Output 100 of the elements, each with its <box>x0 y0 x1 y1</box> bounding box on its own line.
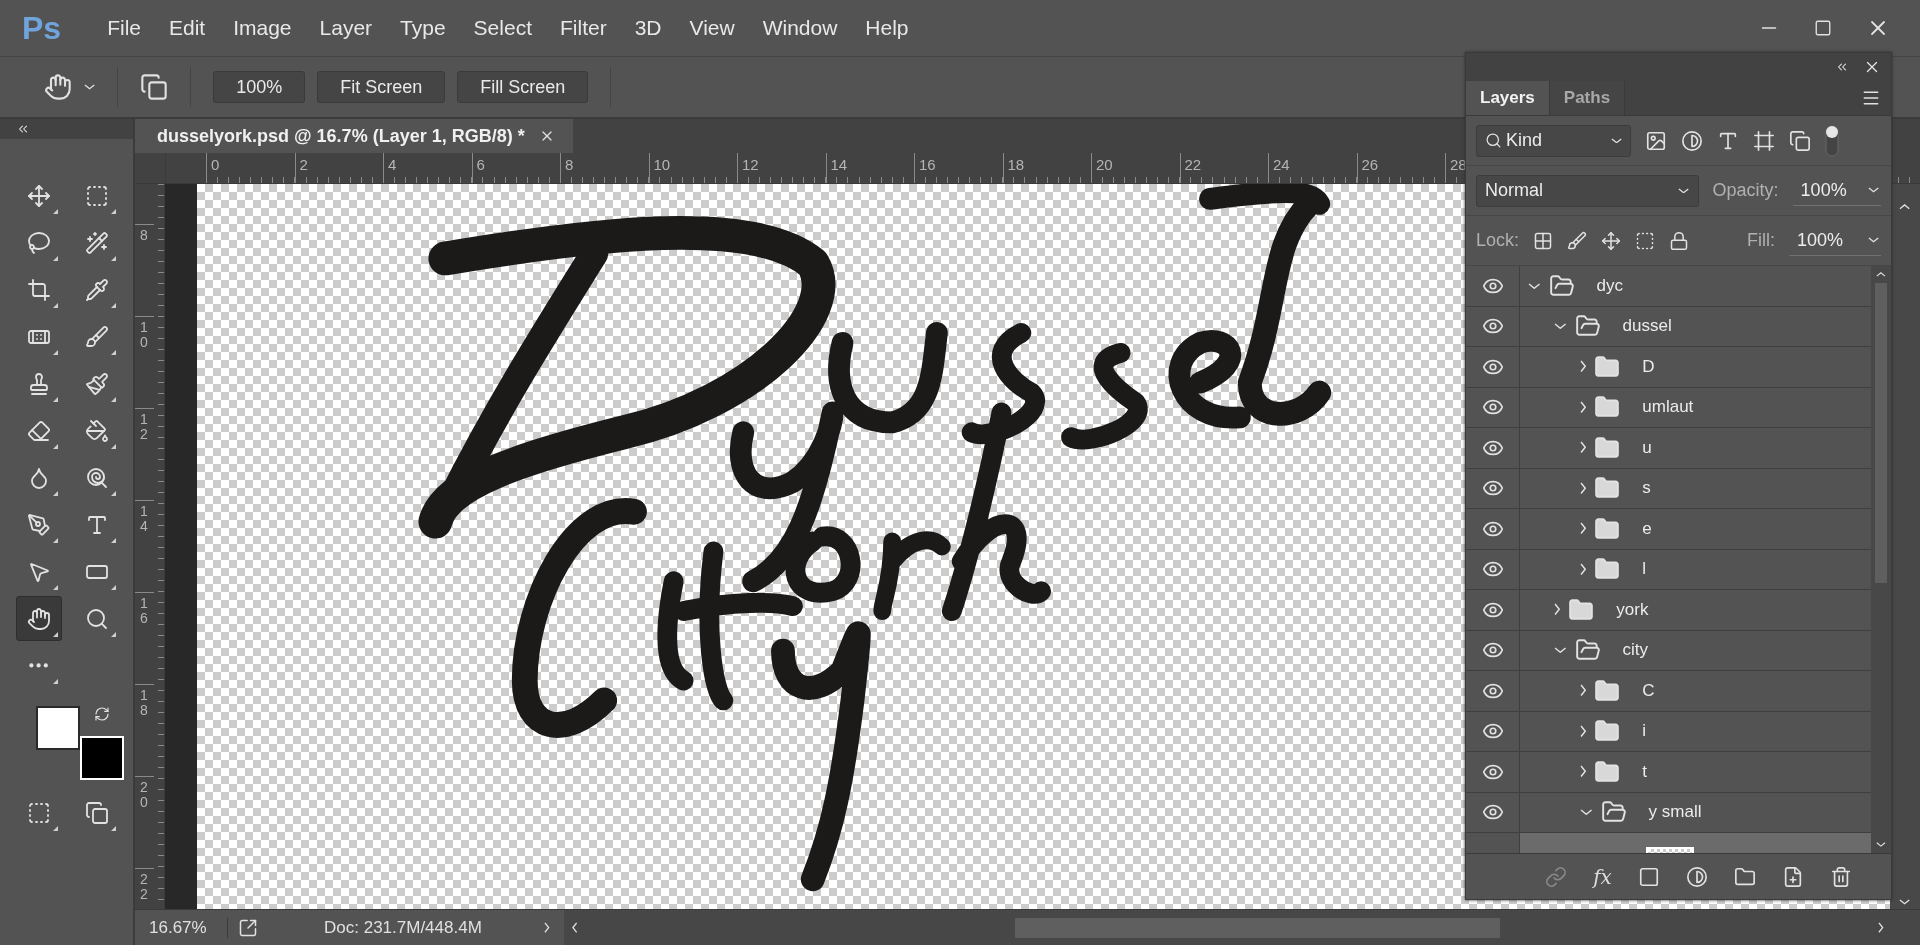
screen-mode-icon <box>85 800 109 825</box>
app-logo: Ps <box>22 9 62 47</box>
adjustment-filter-icon[interactable] <box>1681 129 1703 152</box>
opacity-field[interactable]: 100% <box>1792 175 1881 206</box>
document-info: Doc: 231.7M/448.4M <box>324 917 483 938</box>
visibility-toggle[interactable] <box>1466 306 1520 346</box>
scroll-down-icon[interactable] <box>1899 899 1911 905</box>
open-folder-icon <box>1548 272 1575 299</box>
quick-mask-icon <box>27 800 51 825</box>
filter-toggle-icon[interactable] <box>1825 124 1839 157</box>
image-filter-icon[interactable] <box>1645 129 1667 152</box>
lock-artboard-icon[interactable] <box>1635 230 1656 251</box>
lock-paint-icon[interactable] <box>1567 230 1588 251</box>
collapse-icon[interactable] <box>16 122 30 136</box>
background-color-swatch[interactable] <box>80 736 124 780</box>
menu-item[interactable]: Help <box>851 16 923 40</box>
visibility-toggle[interactable] <box>1466 711 1520 751</box>
folder-icon <box>1594 758 1621 785</box>
visibility-toggle[interactable] <box>1466 671 1520 711</box>
dodge-tool-icon <box>85 465 109 490</box>
folder-icon <box>1594 434 1621 461</box>
menu-item[interactable]: File <box>93 16 155 40</box>
shape-filter-icon[interactable] <box>1753 129 1775 152</box>
fill-label: Fill: <box>1747 230 1775 251</box>
chevron-down-icon <box>1867 237 1879 243</box>
scrollbar-thumb[interactable] <box>1015 917 1501 938</box>
scroll-up-icon[interactable] <box>1899 204 1911 210</box>
smart-object-filter-icon[interactable] <box>1789 129 1811 152</box>
menu-item[interactable]: Image <box>219 16 306 40</box>
crop-tool-icon <box>27 277 51 302</box>
document-tab[interactable]: dusselyork.psd @ 16.7% (Layer 1, RGB/8) * <box>135 119 573 153</box>
eyedropper-tool-icon <box>85 277 109 302</box>
visibility-toggle[interactable] <box>1466 509 1520 549</box>
mask-icon[interactable] <box>1637 865 1660 888</box>
menu-item[interactable]: View <box>675 16 749 40</box>
search-icon <box>1485 132 1502 149</box>
stamp-tool-icon <box>27 371 51 396</box>
scroll-right-icon[interactable] <box>1878 921 1884 934</box>
collapse-icon[interactable] <box>1835 60 1849 74</box>
blend-mode-dropdown[interactable]: Normal <box>1476 174 1699 207</box>
folder-icon <box>1594 677 1621 704</box>
adjustment-icon[interactable] <box>1685 865 1708 888</box>
menu-item[interactable]: Edit <box>155 16 220 40</box>
zoom-option-button[interactable]: Fit Screen <box>317 71 446 103</box>
brush-tool-icon <box>85 324 109 349</box>
lock-icon[interactable] <box>1669 230 1690 251</box>
scroll-down-icon[interactable] <box>1876 842 1886 847</box>
visibility-toggle[interactable] <box>1466 792 1520 832</box>
menu-item[interactable]: Select <box>459 16 546 40</box>
pen-tool-icon <box>27 512 51 537</box>
history-brush-tool-icon <box>85 371 109 396</box>
visibility-toggle[interactable] <box>1466 387 1520 427</box>
visibility-toggle[interactable] <box>1466 428 1520 468</box>
menu-icon[interactable] <box>1861 88 1881 108</box>
folder-icon <box>1568 596 1595 623</box>
zoom-option-button[interactable]: Fill Screen <box>457 71 589 103</box>
visibility-toggle[interactable] <box>1466 347 1520 387</box>
fill-field[interactable]: 100% <box>1789 225 1881 256</box>
menu-item[interactable]: Layer <box>305 16 387 40</box>
share-icon[interactable] <box>238 917 258 938</box>
lock-position-icon[interactable] <box>1601 230 1622 251</box>
paint-bucket-tool-icon <box>85 418 109 443</box>
more-tools-icon <box>29 663 49 668</box>
hand-tool-button[interactable] <box>16 596 62 641</box>
visibility-toggle[interactable] <box>1466 549 1520 589</box>
foreground-color-swatch[interactable] <box>36 706 80 750</box>
opacity-label: Opacity: <box>1712 180 1779 201</box>
chevron-right-icon[interactable] <box>544 921 550 934</box>
menu-item[interactable]: Filter <box>546 16 621 40</box>
visibility-toggle[interactable] <box>1466 630 1520 670</box>
eraser-tool-icon <box>27 418 51 443</box>
scroll-up-icon[interactable] <box>1876 272 1886 277</box>
move-tool-icon <box>27 183 51 208</box>
lasso-tool-icon <box>27 230 51 255</box>
effects-button[interactable]: fx <box>1593 864 1612 889</box>
lock-pixels-icon[interactable] <box>1533 230 1554 251</box>
magic-wand-tool-icon <box>85 230 109 255</box>
visibility-toggle[interactable] <box>1466 590 1520 630</box>
maximize-icon[interactable] <box>1814 19 1832 37</box>
chevron-down-icon[interactable] <box>84 84 96 90</box>
zoom-option-button[interactable]: 100% <box>213 71 306 103</box>
menu-item[interactable]: Window <box>748 16 852 40</box>
folder-icon <box>1594 515 1621 542</box>
menu-item[interactable]: Type <box>386 16 460 40</box>
panel-tab[interactable]: Layers <box>1466 81 1550 115</box>
scroll-left-icon[interactable] <box>571 921 578 934</box>
menu-item[interactable]: 3D <box>620 16 676 40</box>
hand-icon <box>44 73 72 101</box>
new-group-icon[interactable] <box>1733 865 1756 888</box>
chevron-down-icon <box>1867 187 1879 193</box>
filter-dropdown[interactable]: Kind <box>1476 124 1631 157</box>
visibility-toggle[interactable] <box>1466 752 1520 792</box>
swap-colors-icon[interactable] <box>94 706 110 722</box>
visibility-toggle[interactable] <box>1466 468 1520 508</box>
folder-icon <box>1594 353 1621 380</box>
zoom-level: 16.67% <box>148 917 208 938</box>
zoom-tool-icon <box>85 606 109 631</box>
scroll-windows-icon[interactable] <box>140 73 169 101</box>
visibility-toggle[interactable] <box>1466 266 1520 306</box>
trash-icon[interactable] <box>1829 865 1852 888</box>
